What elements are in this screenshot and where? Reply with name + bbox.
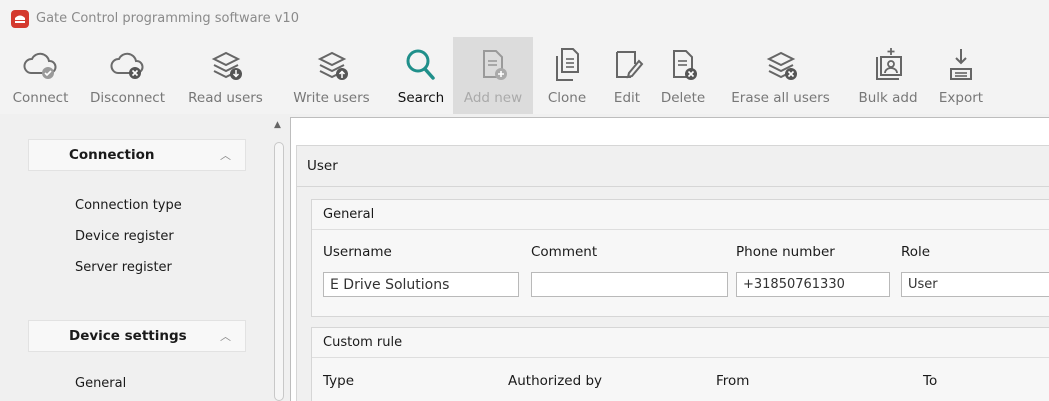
custom-rule-section: Custom rule Type Authorized by From To: [311, 327, 1049, 401]
layers-download-icon: [204, 43, 248, 87]
scroll-up-arrow-icon[interactable]: ▲: [274, 120, 281, 130]
delete-button[interactable]: Delete: [653, 37, 713, 114]
layers-erase-icon: [759, 43, 803, 87]
sidebar-scrollbar[interactable]: ▲: [270, 114, 290, 401]
to-label: To: [923, 373, 938, 389]
disconnect-label: Disconnect: [90, 90, 165, 106]
connect-button[interactable]: Connect: [3, 37, 78, 114]
authorized-by-label: Authorized by: [508, 373, 603, 389]
search-button[interactable]: Search: [389, 37, 453, 114]
documents-copy-icon: [545, 43, 589, 87]
bulk-add-button[interactable]: Bulk add: [848, 37, 928, 114]
general-section-title: General: [312, 200, 1049, 230]
sidebar-item-general[interactable]: General: [75, 376, 126, 391]
username-label: Username: [323, 244, 392, 260]
role-select[interactable]: [901, 272, 1049, 297]
edit-label: Edit: [613, 90, 641, 106]
comment-label: Comment: [531, 244, 598, 260]
edit-button[interactable]: Edit: [601, 37, 653, 114]
connection-group-title: Connection: [69, 147, 155, 163]
role-label: Role: [901, 244, 931, 260]
disconnect-button[interactable]: Disconnect: [78, 37, 177, 114]
sidebar-item-connection-type[interactable]: Connection type: [75, 198, 182, 213]
write-users-label: Write users: [293, 90, 370, 106]
search-label: Search: [397, 90, 445, 106]
export-button[interactable]: Export: [928, 37, 994, 114]
title-bar: Gate Control programming software v10: [0, 0, 1049, 37]
window-title: Gate Control programming software v10: [36, 11, 299, 26]
document-delete-icon: [661, 43, 705, 87]
from-label: From: [716, 373, 750, 389]
cloud-x-icon: [106, 43, 150, 87]
search-icon: [399, 43, 443, 87]
scrollbar-thumb[interactable]: [274, 142, 284, 401]
read-users-button[interactable]: Read users: [177, 37, 274, 114]
phone-number-input[interactable]: [736, 272, 890, 297]
device-settings-group-header[interactable]: Device settings ︿: [28, 320, 246, 352]
erase-all-users-label: Erase all users: [731, 90, 830, 106]
read-users-label: Read users: [188, 90, 263, 106]
export-label: Export: [938, 90, 984, 106]
add-new-label: Add new: [463, 90, 523, 106]
sidebar-item-server-register[interactable]: Server register: [75, 260, 172, 275]
erase-all-users-button[interactable]: Erase all users: [713, 37, 848, 114]
clone-label: Clone: [547, 90, 587, 106]
sidebar: Connection ︿ Connection type Device regi…: [0, 114, 276, 401]
bulk-add-icon: [866, 43, 910, 87]
document-edit-icon: [605, 43, 649, 87]
connection-group-header[interactable]: Connection ︿: [28, 139, 246, 171]
add-new-button[interactable]: Add new: [453, 37, 533, 114]
type-label: Type: [323, 373, 355, 389]
gate-app-icon: [11, 9, 29, 28]
clone-button[interactable]: Clone: [533, 37, 601, 114]
chevron-up-icon: ︿: [220, 330, 231, 343]
write-users-button[interactable]: Write users: [274, 37, 389, 114]
sidebar-item-device-register[interactable]: Device register: [75, 229, 174, 244]
username-input[interactable]: [323, 272, 519, 297]
general-section: General Username Comment Phone number Ro…: [311, 199, 1049, 317]
toolbar: Connect Disconnect Read users Write user…: [0, 37, 1049, 114]
comment-input[interactable]: [531, 272, 728, 297]
export-icon: [939, 43, 983, 87]
user-panel: User General Username Comment Phone numb…: [296, 145, 1049, 401]
user-panel-title: User: [297, 146, 1049, 187]
cloud-check-icon: [19, 43, 63, 87]
device-settings-group-title: Device settings: [69, 328, 187, 344]
phone-number-label: Phone number: [736, 244, 835, 260]
chevron-up-icon: ︿: [220, 149, 231, 162]
bulk-add-label: Bulk add: [858, 90, 918, 106]
connect-label: Connect: [12, 90, 69, 106]
main-content: User General Username Comment Phone numb…: [290, 117, 1049, 401]
custom-rule-section-title: Custom rule: [312, 328, 1049, 358]
layers-upload-icon: [310, 43, 354, 87]
document-add-icon: [471, 43, 515, 87]
delete-label: Delete: [660, 90, 706, 106]
